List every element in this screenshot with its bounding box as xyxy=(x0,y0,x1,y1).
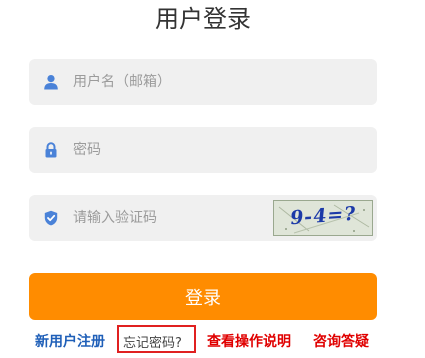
username-field[interactable] xyxy=(29,59,377,105)
captcha-image[interactable]: 9-4=? xyxy=(273,200,373,236)
forgot-password-link[interactable]: 忘记密码? xyxy=(117,325,196,353)
username-input[interactable] xyxy=(73,59,293,105)
page-title: 用户登录 xyxy=(155,5,251,33)
login-button[interactable]: 登录 xyxy=(29,273,377,320)
guide-link[interactable]: 查看操作说明 xyxy=(207,331,291,351)
shield-check-icon xyxy=(43,210,59,226)
password-input[interactable] xyxy=(73,127,293,173)
register-link[interactable]: 新用户注册 xyxy=(35,331,105,351)
captcha-input[interactable] xyxy=(73,195,263,241)
lock-icon xyxy=(43,142,59,158)
captcha-field[interactable]: 9-4=? xyxy=(29,195,377,241)
consult-link[interactable]: 咨询答疑 xyxy=(313,331,369,351)
password-field[interactable] xyxy=(29,127,377,173)
user-icon xyxy=(43,74,59,90)
footer-links: 新用户注册 忘记密码? 查看操作说明 咨询答疑 xyxy=(0,325,425,355)
forgot-password-label: 忘记密码? xyxy=(123,336,182,351)
